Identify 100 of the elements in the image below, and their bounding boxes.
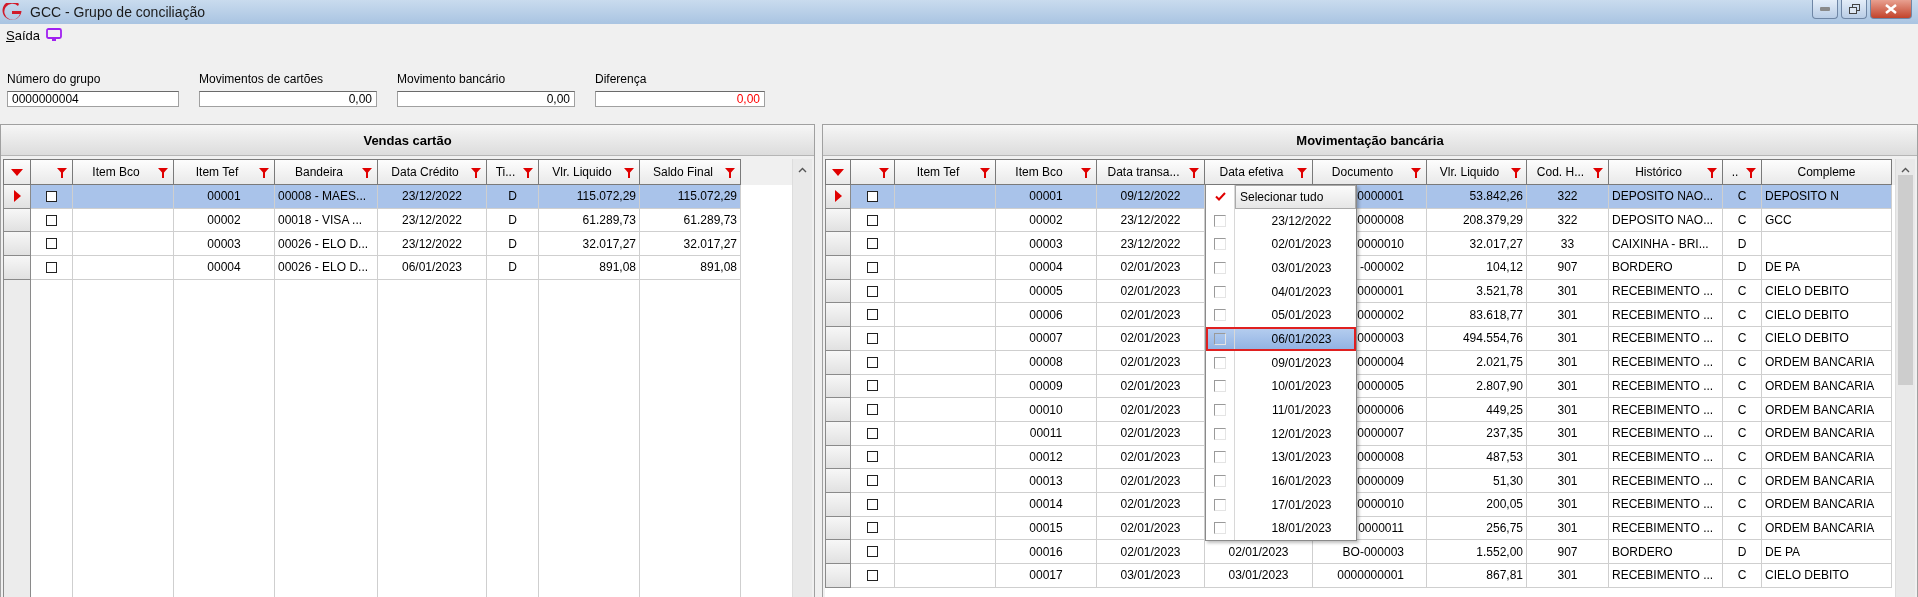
- dropdown-icon[interactable]: [11, 168, 23, 176]
- checkbox[interactable]: [867, 404, 878, 416]
- column-header[interactable]: Data efetiva: [1205, 159, 1313, 185]
- column-header[interactable]: Saldo Final: [640, 159, 741, 185]
- table-row[interactable]: 00003 00026 - ELO D... 23/12/2022 D 32.017,27 32.017,27: [3, 232, 741, 257]
- column-menu-button[interactable]: [3, 159, 31, 185]
- column-header[interactable]: ..: [1723, 159, 1762, 185]
- filter-icon[interactable]: [259, 168, 269, 178]
- text-field[interactable]: 0,00: [397, 91, 575, 107]
- row-header[interactable]: [825, 445, 851, 470]
- row-header[interactable]: [3, 256, 31, 280]
- row-header[interactable]: [825, 327, 851, 351]
- column-header[interactable]: Cod. H...: [1527, 159, 1609, 185]
- checkbox[interactable]: [46, 214, 57, 226]
- text-field[interactable]: 0000000004: [7, 91, 179, 107]
- filter-icon[interactable]: [1297, 168, 1307, 178]
- checkbox-column-header[interactable]: [851, 159, 895, 185]
- column-header[interactable]: Item Bco: [73, 159, 174, 185]
- row-header[interactable]: [825, 256, 851, 280]
- checkbox[interactable]: [867, 475, 878, 487]
- menu-item[interactable]: 06/01/2023: [1206, 327, 1356, 351]
- column-menu-button[interactable]: [825, 159, 851, 185]
- text-field[interactable]: 0,00: [199, 91, 377, 107]
- row-header[interactable]: [825, 279, 851, 304]
- table-row[interactable]: 00004 00026 - ELO D... 06/01/2023 D 891,08 891,08: [3, 256, 741, 280]
- checkbox[interactable]: [867, 380, 878, 392]
- filter-icon[interactable]: [1081, 168, 1091, 178]
- checkbox[interactable]: [1214, 380, 1226, 393]
- checkbox[interactable]: [867, 427, 878, 439]
- checkbox[interactable]: [867, 332, 878, 344]
- row-header[interactable]: [825, 469, 851, 493]
- filter-icon[interactable]: [1746, 168, 1756, 178]
- checkbox[interactable]: [867, 190, 878, 202]
- close-button[interactable]: [1870, 0, 1912, 19]
- menu-item[interactable]: Saída: [6, 27, 40, 43]
- checkbox[interactable]: [867, 451, 878, 463]
- row-header[interactable]: [825, 421, 851, 446]
- row-header[interactable]: [825, 350, 851, 375]
- menu-item[interactable]: Selecionar tudo: [1206, 185, 1356, 209]
- checkbox[interactable]: [1214, 214, 1226, 227]
- filter-icon[interactable]: [624, 168, 634, 178]
- checkbox[interactable]: [1214, 475, 1226, 488]
- checkbox[interactable]: [867, 238, 878, 250]
- checkbox[interactable]: [1214, 522, 1226, 535]
- row-header[interactable]: [3, 208, 31, 233]
- filter-icon[interactable]: [1511, 168, 1521, 178]
- row-header[interactable]: [825, 516, 851, 541]
- row-header[interactable]: [3, 185, 31, 209]
- checkbox[interactable]: [46, 238, 57, 250]
- checkbox[interactable]: [867, 356, 878, 368]
- text-field[interactable]: 0,00: [595, 91, 765, 107]
- filter-icon[interactable]: [471, 168, 481, 178]
- filter-icon[interactable]: [57, 168, 67, 178]
- row-header[interactable]: [825, 232, 851, 257]
- checkbox[interactable]: [1214, 356, 1226, 369]
- column-header[interactable]: Data Crédito: [378, 159, 487, 185]
- table-row[interactable]: 00002 00018 - VISA ... 23/12/2022 D 61.289,73 61.289,73: [3, 208, 741, 233]
- filter-icon[interactable]: [725, 168, 735, 178]
- column-header[interactable]: Vlr. Liquido: [539, 159, 640, 185]
- dropdown-icon[interactable]: [832, 168, 844, 176]
- column-header[interactable]: Item Tef: [174, 159, 275, 185]
- checkbox[interactable]: [1214, 309, 1226, 322]
- checkbox[interactable]: [1214, 404, 1226, 417]
- filter-icon[interactable]: [1593, 168, 1603, 178]
- column-header[interactable]: Compleme: [1762, 159, 1892, 185]
- checkbox[interactable]: [1214, 238, 1226, 251]
- column-header[interactable]: Histórico: [1609, 159, 1723, 185]
- row-header[interactable]: [825, 492, 851, 517]
- check-icon[interactable]: [1214, 192, 1226, 202]
- filter-icon[interactable]: [362, 168, 372, 178]
- row-header[interactable]: [825, 208, 851, 233]
- column-header[interactable]: Data transa...: [1097, 159, 1205, 185]
- row-header[interactable]: [825, 540, 851, 564]
- row-header[interactable]: [825, 564, 851, 588]
- filter-icon[interactable]: [1411, 168, 1421, 178]
- column-header[interactable]: Documento: [1313, 159, 1427, 185]
- row-header[interactable]: [3, 232, 31, 257]
- filter-icon[interactable]: [1189, 168, 1199, 178]
- checkbox[interactable]: [1214, 427, 1226, 440]
- checkbox[interactable]: [867, 522, 878, 534]
- table-row[interactable]: 00016 02/01/2023 02/01/2023 BO-000003 1.552,00 907 BORDERO D DE PA: [825, 540, 1892, 564]
- scrollbar[interactable]: [1895, 159, 1915, 597]
- column-header[interactable]: Vlr. Liquido: [1427, 159, 1527, 185]
- filter-icon[interactable]: [523, 168, 533, 178]
- checkbox[interactable]: [1214, 285, 1226, 298]
- checkbox[interactable]: [46, 190, 57, 202]
- row-header[interactable]: [825, 303, 851, 328]
- checkbox[interactable]: [1214, 332, 1226, 345]
- table-row[interactable]: 00017 03/01/2023 03/01/2023 0000000001 867,81 301 RECEBIMENTO ... C CIELO DEBITO: [825, 564, 1892, 588]
- scroll-up-icon[interactable]: [798, 167, 807, 173]
- scrollbar-thumb[interactable]: [1898, 175, 1913, 385]
- monitor-icon[interactable]: [46, 28, 62, 42]
- filter-icon[interactable]: [158, 168, 168, 178]
- checkbox[interactable]: [867, 546, 878, 558]
- column-header[interactable]: Ti...: [487, 159, 539, 185]
- row-header[interactable]: [825, 374, 851, 399]
- checkbox[interactable]: [867, 261, 878, 273]
- checkbox[interactable]: [867, 214, 878, 226]
- table-row[interactable]: 00001 00008 - MAES... 23/12/2022 D 115.072,29 115.072,29: [3, 185, 741, 209]
- checkbox[interactable]: [46, 261, 57, 273]
